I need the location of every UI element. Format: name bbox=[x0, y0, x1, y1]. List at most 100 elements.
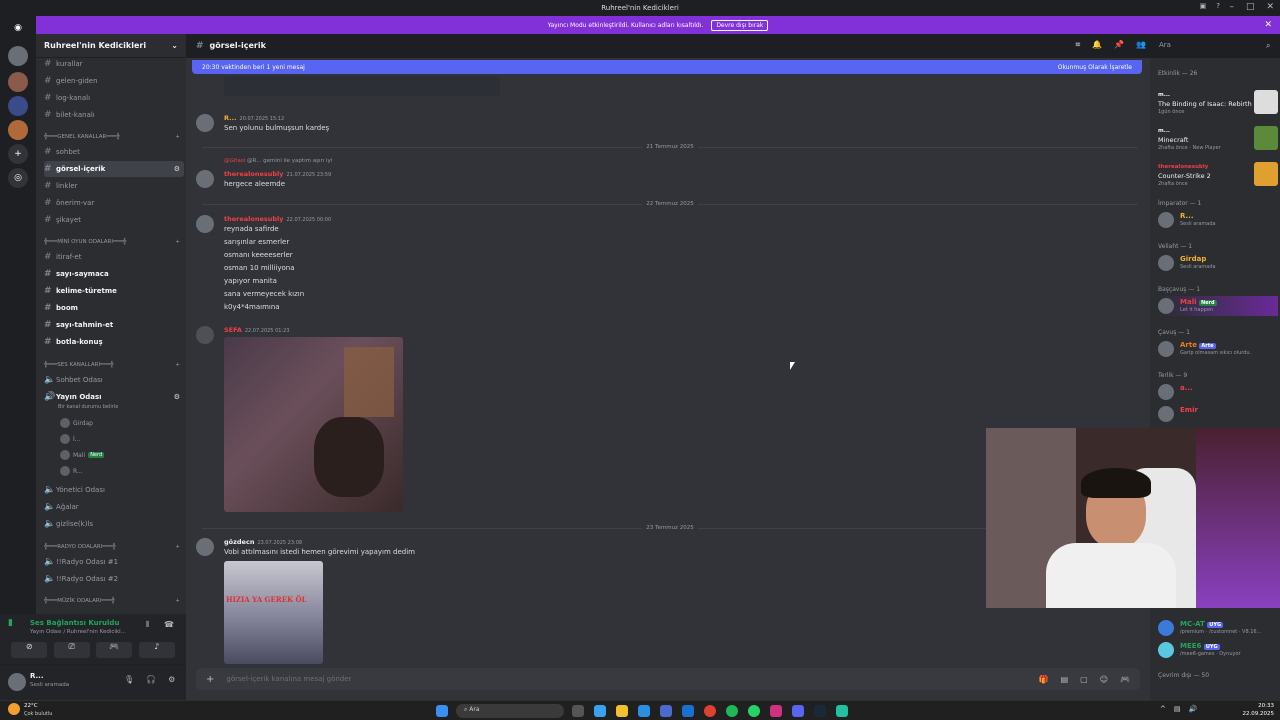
activity-card[interactable]: m... The Binding of Isaac: Rebirth 1gün … bbox=[1158, 86, 1278, 120]
server-icon[interactable] bbox=[8, 120, 28, 140]
voice-user[interactable]: Girdap bbox=[60, 418, 93, 428]
message-author[interactable]: gözdecn bbox=[224, 538, 254, 546]
member-item[interactable]: Girdap Sesli aramada bbox=[1158, 253, 1278, 273]
channel-gorsel-icerik[interactable]: # görsel-içerik ⚙ bbox=[44, 161, 184, 177]
steam-icon[interactable] bbox=[814, 705, 826, 717]
taskbar-search[interactable]: ⌕ Ara bbox=[456, 704, 564, 718]
member-item[interactable]: Emir bbox=[1158, 404, 1278, 424]
emoji-icon[interactable]: ☺ bbox=[1100, 675, 1108, 684]
add-attachment-icon[interactable]: + bbox=[206, 674, 214, 685]
activity-icon[interactable]: 🎮 bbox=[96, 642, 133, 658]
screen-share-icon[interactable]: ⎚ bbox=[53, 642, 90, 658]
members-icon[interactable]: 👥 bbox=[1136, 40, 1146, 50]
channel-botla-konus[interactable]: # botla-konuş bbox=[44, 334, 184, 350]
microphone-icon[interactable]: 🎙 bbox=[124, 675, 134, 684]
outlook-icon[interactable] bbox=[682, 705, 694, 717]
add-channel-icon[interactable]: + bbox=[175, 239, 180, 245]
server-icon[interactable] bbox=[8, 46, 28, 66]
member-item[interactable]: MEE6 UYG/mee6-games · Oynuyor bbox=[1158, 640, 1278, 660]
add-server-icon[interactable]: + bbox=[8, 144, 28, 164]
channel-status[interactable]: Bir kanal durumu belirle bbox=[58, 404, 118, 410]
avatar[interactable] bbox=[196, 114, 214, 132]
avatar[interactable] bbox=[196, 538, 214, 556]
weather-temp[interactable]: 22°C bbox=[24, 703, 38, 709]
voice-user[interactable]: Mali Nerd bbox=[60, 450, 105, 460]
voice-channel-path[interactable]: Yayın Odası / Ruhreel'nin Kedicikl... bbox=[30, 629, 126, 635]
avatar[interactable] bbox=[196, 326, 214, 344]
channel-sohbet[interactable]: # sohbet bbox=[44, 144, 184, 160]
settings-icon[interactable]: ⚙ bbox=[174, 393, 180, 401]
category-muzik[interactable]: ╬═══MÜZİK ODALARI═══╬ + bbox=[44, 598, 184, 604]
channel-linkler[interactable]: # linkler bbox=[44, 178, 184, 194]
gift-icon[interactable]: 🎁 bbox=[1039, 675, 1049, 684]
channel-itiraf-et[interactable]: # itiraf-et bbox=[44, 249, 184, 265]
settings-icon[interactable]: ⚙ bbox=[174, 165, 180, 173]
message-author[interactable]: R... bbox=[224, 114, 237, 122]
store-icon[interactable] bbox=[660, 705, 672, 717]
activity-card[interactable]: m... Minecraft 2hafta önce · New Player bbox=[1158, 122, 1278, 156]
channel-gelen-giden[interactable]: # gelen-giden bbox=[44, 73, 184, 89]
user-name[interactable]: R... bbox=[30, 672, 44, 680]
server-header[interactable]: Ruhreel'nin Kedicikleri ⌄ bbox=[36, 34, 186, 58]
channel-onerim-var[interactable]: # önerim-var bbox=[44, 195, 184, 211]
channel-boom[interactable]: # boom bbox=[44, 300, 184, 316]
image-attachment[interactable] bbox=[224, 337, 403, 512]
image-attachment[interactable] bbox=[224, 76, 500, 96]
voice-channel-agalar[interactable]: 🔈 Ağalar bbox=[44, 499, 184, 515]
new-messages-bar[interactable]: 20:30 vaktinden beri 1 yeni mesaj Okunmu… bbox=[192, 60, 1142, 74]
message-author[interactable]: SEFA bbox=[224, 326, 242, 334]
camera-icon[interactable]: ⊘ bbox=[11, 642, 48, 658]
clock-date[interactable]: 22.09.2025 bbox=[1236, 711, 1275, 717]
weather-icon[interactable] bbox=[8, 703, 20, 715]
avatar[interactable] bbox=[196, 215, 214, 233]
avatar[interactable] bbox=[196, 170, 214, 188]
task-view-icon[interactable] bbox=[572, 705, 584, 717]
add-channel-icon[interactable]: + bbox=[175, 598, 180, 604]
help-icon[interactable]: ? bbox=[1216, 2, 1220, 10]
sticker-icon[interactable]: ▢ bbox=[1080, 675, 1088, 684]
search-input[interactable]: Ara bbox=[1154, 38, 1258, 54]
app-icon[interactable] bbox=[836, 705, 848, 717]
voice-status[interactable]: Ses Bağlantısı Kuruldu bbox=[30, 619, 119, 627]
channel-sayi-saymaca[interactable]: # sayı-saymaca bbox=[44, 266, 184, 282]
activity-card[interactable]: therealonesubly Counter-Strike 2 2hafta … bbox=[1158, 158, 1278, 192]
channel-kelime-turetme[interactable]: # kelime-türetme bbox=[44, 283, 184, 299]
channel-bilet-kanali[interactable]: # bilet-kanalı bbox=[44, 107, 184, 123]
explore-icon[interactable]: ◎ bbox=[8, 168, 28, 188]
member-item[interactable]: R... Sesli aramada bbox=[1158, 210, 1278, 230]
edge-icon[interactable] bbox=[638, 705, 650, 717]
message-input[interactable]: görsel-içerik kanalına mesaj gönder bbox=[226, 675, 351, 683]
gif-icon[interactable]: ▤ bbox=[1061, 675, 1069, 684]
voice-channel-yayin-odasi[interactable]: 🔊 Yayın Odası ⚙ bbox=[44, 389, 184, 405]
apps-icon[interactable]: 🎮 bbox=[1120, 675, 1130, 684]
add-channel-icon[interactable]: + bbox=[175, 134, 180, 140]
threads-icon[interactable]: ⌗ bbox=[1076, 40, 1081, 50]
voice-user[interactable]: R... bbox=[60, 466, 83, 476]
tray-chevron-icon[interactable]: ^ bbox=[1160, 705, 1166, 713]
discord-home-icon[interactable]: ◉ bbox=[8, 18, 28, 38]
message-author[interactable]: therealonesubly bbox=[224, 215, 284, 223]
network-icon[interactable]: ▤ bbox=[1174, 705, 1181, 713]
close-icon[interactable]: ✕ bbox=[1264, 20, 1272, 30]
whatsapp-icon[interactable] bbox=[748, 705, 760, 717]
add-channel-icon[interactable]: + bbox=[175, 544, 180, 550]
image-attachment[interactable]: HIZIA YA GEREK ÖL bbox=[224, 561, 323, 664]
category-radyo[interactable]: ╬═══RADYO ODALARI═══╬ + bbox=[44, 544, 184, 550]
reply-author[interactable]: @Gitasi bbox=[224, 158, 245, 164]
voice-channel-sohbet-odasi[interactable]: 🔈 Sohbet Odası bbox=[44, 372, 184, 388]
add-channel-icon[interactable]: + bbox=[175, 362, 180, 368]
clock-time[interactable]: 20:33 bbox=[1236, 703, 1274, 709]
instagram-icon[interactable] bbox=[770, 705, 782, 717]
channel-kurallar[interactable]: # kurallar bbox=[44, 56, 184, 72]
category-mini-oyun[interactable]: ╬═══MİNİ OYUN ODALARI═══╬ + bbox=[44, 239, 184, 245]
maximize-button[interactable]: □ bbox=[1246, 2, 1255, 12]
inbox-icon[interactable]: ▣ bbox=[1200, 2, 1207, 10]
server-icon[interactable] bbox=[8, 96, 28, 116]
reply-preview[interactable]: @R... gemini ile yaptım aşırı iyi bbox=[247, 158, 332, 164]
server-icon[interactable] bbox=[8, 72, 28, 92]
voice-user[interactable]: İ... bbox=[60, 434, 81, 444]
category-genel[interactable]: ╬═══GENEL KANALLAR═══╬ + bbox=[44, 134, 184, 140]
avatar[interactable] bbox=[8, 673, 26, 691]
disable-streamer-mode-button[interactable]: Devre dışı bırak bbox=[711, 19, 769, 31]
volume-icon[interactable]: 🔊 bbox=[1189, 705, 1198, 713]
